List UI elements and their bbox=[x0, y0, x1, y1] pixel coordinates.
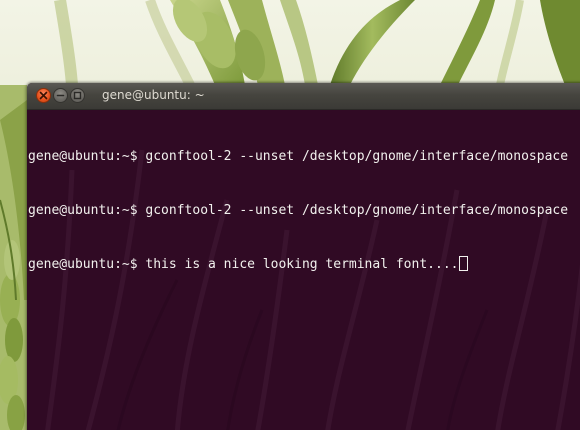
minimize-icon bbox=[56, 94, 65, 97]
terminal-prompt: gene@ubuntu:~$ bbox=[28, 257, 146, 272]
text-cursor bbox=[459, 256, 469, 271]
terminal-window[interactable]: gene@ubuntu: ~ gene@ubuntu:~$ gconftool-… bbox=[27, 83, 580, 430]
close-button[interactable] bbox=[36, 88, 51, 103]
maximize-icon bbox=[73, 91, 82, 100]
terminal-command: gconftool-2 --unset /desktop/gnome/inter… bbox=[145, 203, 569, 218]
terminal-line: gene@ubuntu:~$ gconftool-2 --unset /desk… bbox=[28, 202, 568, 220]
terminal-output: gene@ubuntu:~$ gconftool-2 --unset /desk… bbox=[28, 112, 568, 310]
terminal-command: gconftool-2 --unset /desktop/gnome/inter… bbox=[145, 149, 569, 164]
terminal-line: gene@ubuntu:~$ gconftool-2 --unset /desk… bbox=[28, 148, 568, 166]
window-controls bbox=[36, 88, 85, 103]
terminal-current-input[interactable]: this is a nice looking terminal font.... bbox=[145, 257, 458, 272]
maximize-button[interactable] bbox=[70, 88, 85, 103]
minimize-button[interactable] bbox=[53, 88, 68, 103]
terminal-prompt: gene@ubuntu:~$ bbox=[28, 203, 146, 218]
terminal-area[interactable]: gene@ubuntu:~$ gconftool-2 --unset /desk… bbox=[27, 110, 580, 430]
terminal-prompt: gene@ubuntu:~$ bbox=[28, 149, 146, 164]
window-title: gene@ubuntu: ~ bbox=[102, 88, 205, 102]
close-icon bbox=[39, 91, 48, 100]
terminal-line: gene@ubuntu:~$ this is a nice looking te… bbox=[28, 256, 568, 274]
window-titlebar[interactable]: gene@ubuntu: ~ bbox=[27, 83, 580, 110]
